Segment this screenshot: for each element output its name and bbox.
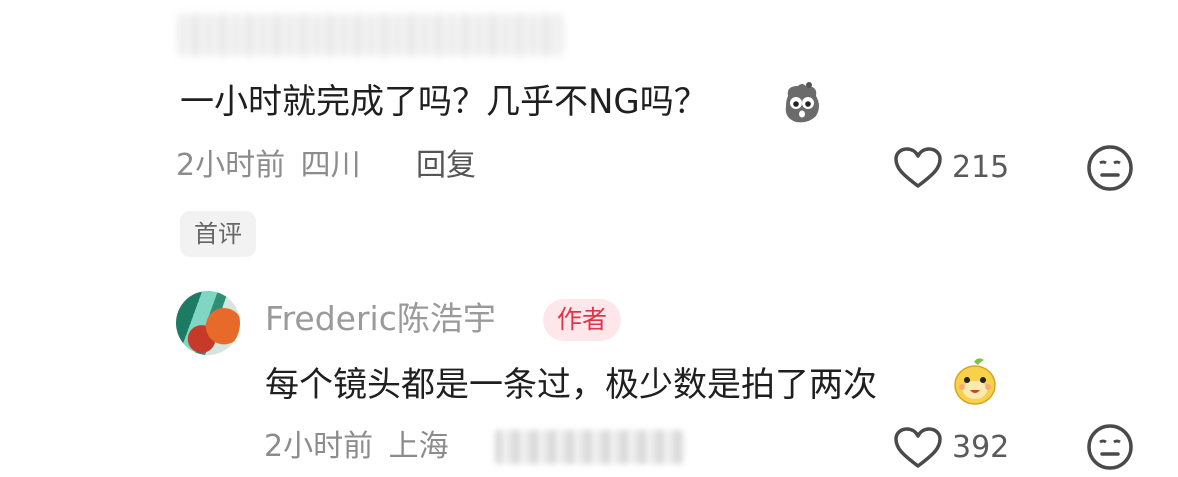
neutral-face-icon bbox=[1086, 144, 1134, 192]
author-name[interactable]: Frederic陈浩宇 bbox=[265, 296, 496, 342]
blurred-username bbox=[178, 14, 563, 56]
reply-location: 上海 bbox=[388, 429, 449, 464]
surprised-emoji-icon bbox=[778, 78, 826, 126]
happy-emoji-icon bbox=[952, 356, 998, 406]
comment-location: 四川 bbox=[300, 148, 361, 183]
comment-dislike-button[interactable] bbox=[1086, 144, 1134, 192]
reply-text-content: 每个镜头都是一条过，极少数是拍了两次 bbox=[265, 365, 877, 405]
comment-text: 一小时就完成了吗？几乎不NG吗？ bbox=[180, 78, 708, 126]
author-tag-badge: 作者 bbox=[543, 299, 622, 341]
comment-time: 2小时前 bbox=[176, 148, 286, 183]
first-comment-badge: 首评 bbox=[180, 211, 256, 257]
reply-like-button[interactable]: 392 bbox=[892, 426, 1009, 470]
comment-meta: 2小时前 四川 bbox=[176, 146, 361, 186]
reply-meta: 2小时前 上海 bbox=[264, 427, 449, 467]
reply-time: 2小时前 bbox=[264, 429, 374, 464]
neutral-face-icon bbox=[1086, 423, 1134, 471]
comment-text-content: 一小时就完成了吗？几乎不NG吗？ bbox=[180, 82, 708, 122]
reply-like-count: 392 bbox=[952, 430, 1010, 465]
comment-like-count: 215 bbox=[952, 150, 1010, 185]
comment-like-button[interactable]: 215 bbox=[892, 146, 1009, 190]
heart-outline-icon bbox=[892, 146, 944, 190]
author-avatar[interactable] bbox=[176, 291, 240, 355]
reply-dislike-button[interactable] bbox=[1086, 423, 1134, 471]
heart-outline-icon bbox=[892, 426, 944, 470]
blurred-reply-action bbox=[495, 430, 685, 464]
reply-button[interactable]: 回复 bbox=[416, 146, 476, 186]
reply-text: 每个镜头都是一条过，极少数是拍了两次 bbox=[265, 361, 877, 409]
